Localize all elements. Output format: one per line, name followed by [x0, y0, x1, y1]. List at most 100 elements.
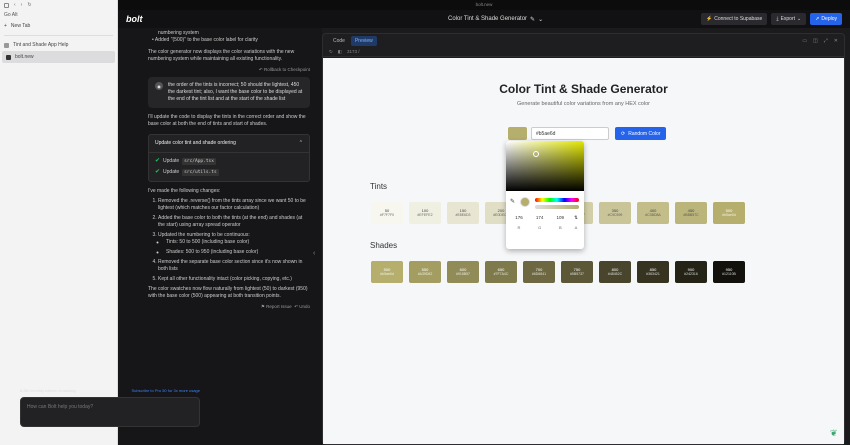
tint-swatch[interactable]: 50 #F7F7F0: [371, 202, 403, 224]
report-issue-button[interactable]: ⚑ Report Issue: [261, 304, 292, 309]
chevron-up-icon[interactable]: ⌃: [299, 140, 303, 147]
workbench-panel: Code Preview ▭ ◫ ⤢ ✕ ↻ ◧ 3173 / Color Ti…: [322, 33, 845, 445]
mode-toggle-icon[interactable]: ⇅: [573, 215, 579, 221]
tint-swatch[interactable]: 450 #BBB57C: [675, 202, 707, 224]
tint-swatch[interactable]: 100 #EFEFE2: [409, 202, 441, 224]
changes-list: Removed the .reverse() from the tints ar…: [148, 198, 310, 283]
supabase-icon: ⚡: [706, 16, 713, 22]
shades-heading: Shades: [370, 241, 398, 250]
tab-tint-shade-help[interactable]: Tint and Shade App Help: [0, 39, 117, 51]
window-title: bolt.new: [118, 0, 850, 10]
shade-swatch[interactable]: 700 #6D6841: [523, 261, 555, 283]
undo-icon: ↶: [258, 67, 263, 72]
tab-favicon-icon: [6, 54, 11, 60]
connect-supabase-button[interactable]: ⚡ Connect to Supabase: [701, 13, 768, 25]
hue-slider[interactable]: [535, 198, 579, 202]
tint-swatch[interactable]: 400 #C3BD8A: [637, 202, 669, 224]
port-indicator-icon: ◧: [337, 48, 343, 54]
chevron-down-icon: ⌄: [538, 16, 544, 23]
check-icon: ✔: [155, 169, 161, 175]
list-item: Removed the separate base color section …: [158, 259, 310, 273]
shade-swatch[interactable]: 800 #48452C: [599, 261, 631, 283]
shade-swatch[interactable]: 500 #b5ae6d: [371, 261, 403, 283]
list-item: Removed the .reverse() from the tints ar…: [158, 198, 310, 212]
sidebar-toggle-icon[interactable]: [4, 2, 9, 8]
rgb-values: 176 174 109 ⇅: [511, 215, 579, 221]
refresh-icon: ⟳: [621, 130, 626, 137]
tab-preview[interactable]: Preview: [350, 35, 377, 46]
split-icon[interactable]: ◫: [813, 38, 818, 44]
user-message: ◉ the order of the tints is incorrect; 5…: [148, 77, 310, 108]
undo-button[interactable]: ↶ Undo: [294, 304, 310, 309]
preview-urlbar: ↻ ◧ 3173 /: [323, 47, 844, 57]
tint-swatch[interactable]: 500 #b5ae6d: [713, 202, 745, 224]
rgb-labels: R G B A: [517, 225, 578, 230]
tints-heading: Tints: [370, 182, 388, 191]
shade-swatch[interactable]: 550 #A39D62: [409, 261, 441, 283]
forward-icon[interactable]: ›: [21, 2, 23, 8]
browser-sidebar: ‹ › ↻ Go Alt + New Tab Tint and Shade Ap…: [0, 0, 118, 445]
view-tabs: Code Preview ▭ ◫ ⤢ ✕: [323, 34, 844, 47]
file-action: ✔ Update src/utils.ts: [155, 169, 219, 176]
rocket-icon: ➚: [815, 16, 820, 22]
plus-icon: +: [4, 23, 7, 29]
b-input[interactable]: 109: [552, 215, 568, 221]
app-preview: Color Tint & Shade Generator Generate be…: [323, 58, 844, 444]
window-controls: ‹ › ↻: [0, 0, 117, 10]
project-title[interactable]: Color Tint & Shade Generator ✎ ⌄: [448, 16, 543, 23]
artifact-card[interactable]: Update color tint and shade ordering ⌃ ✔…: [148, 134, 310, 182]
color-picker-trigger[interactable]: [508, 127, 527, 140]
sidebar-url[interactable]: Go Alt: [0, 10, 117, 20]
shade-swatch[interactable]: 950 #12110B: [713, 261, 745, 283]
list-item: Added the base color to both the tints (…: [158, 215, 310, 229]
reload-icon[interactable]: ↻: [27, 2, 31, 8]
reload-icon[interactable]: ↻: [329, 49, 333, 55]
shade-swatch[interactable]: 900 #242316: [675, 261, 707, 283]
back-icon[interactable]: ‹: [14, 2, 16, 8]
shade-swatch[interactable]: 750 #5B5737: [561, 261, 593, 283]
download-icon: ⤓: [776, 16, 779, 22]
random-color-button[interactable]: ⟳ Random Color: [615, 127, 667, 140]
preview-url[interactable]: 3173 /: [347, 49, 360, 54]
app-topbar: bolt Color Tint & Shade Generator ✎ ⌄ ⚡ …: [118, 10, 850, 28]
shades-row: 500 #b5ae6d 550 #A39D62 600 #918B57 650 #7F7A4C…: [371, 261, 745, 283]
saturation-handle[interactable]: [533, 151, 539, 157]
leaf-icon: ❦: [830, 428, 838, 438]
token-info: 8.8M monthly tokens remaining Subscribe …: [20, 388, 200, 393]
shade-swatch[interactable]: 850 #363421: [637, 261, 669, 283]
close-icon[interactable]: ✕: [834, 38, 838, 44]
collapse-arrow-icon[interactable]: ‹: [313, 250, 315, 257]
file-action: ✔ Update src/App.tsx: [155, 158, 216, 165]
chat-input[interactable]: How can Bolt help you today?: [20, 397, 200, 427]
shade-swatch[interactable]: 600 #918B57: [447, 261, 479, 283]
deploy-button[interactable]: ➚ Deploy: [810, 13, 842, 25]
list-item: Kept all other functionality intact (col…: [158, 276, 310, 283]
terminal-icon[interactable]: ▭: [802, 38, 807, 44]
tab-code[interactable]: Code: [329, 36, 349, 46]
export-button[interactable]: ⤓ Export ⌄: [771, 13, 807, 25]
avatar: ◉: [155, 82, 163, 90]
assistant-message-prev: numbering system • Added "(500)" to the …: [148, 30, 310, 73]
r-input[interactable]: 176: [511, 215, 527, 221]
current-color-preview: [520, 197, 530, 207]
bolt-logo[interactable]: bolt: [126, 14, 143, 24]
tab-favicon-icon: [4, 42, 9, 48]
assistant-message: I'll update the code to display the tint…: [148, 114, 310, 310]
g-input[interactable]: 174: [532, 215, 548, 221]
hex-input[interactable]: #b5ae6d: [531, 127, 609, 140]
tint-swatch[interactable]: 150 #E8E6D3: [447, 202, 479, 224]
color-controls: #b5ae6d ⟳ Random Color: [508, 127, 667, 140]
alpha-slider[interactable]: [535, 205, 579, 209]
new-tab-button[interactable]: + New Tab: [0, 20, 117, 32]
list-item: Updated the numbering to be continuous: …: [158, 232, 310, 256]
subscribe-link[interactable]: Subscribe to Pro 50 for 3x more usage: [132, 388, 200, 393]
page-title: Color Tint & Shade Generator: [499, 82, 668, 96]
tab-bolt[interactable]: bolt.new: [2, 51, 115, 63]
check-icon: ✔: [155, 158, 161, 164]
expand-icon[interactable]: ⤢: [824, 38, 828, 44]
rollback-button[interactable]: ↶ Rollback to Checkpoint: [148, 66, 310, 73]
saturation-area[interactable]: [506, 141, 584, 191]
tint-swatch[interactable]: 350 #C9C599: [599, 202, 631, 224]
eyedropper-icon[interactable]: ✎: [510, 198, 515, 205]
shade-swatch[interactable]: 650 #7F7A4C: [485, 261, 517, 283]
